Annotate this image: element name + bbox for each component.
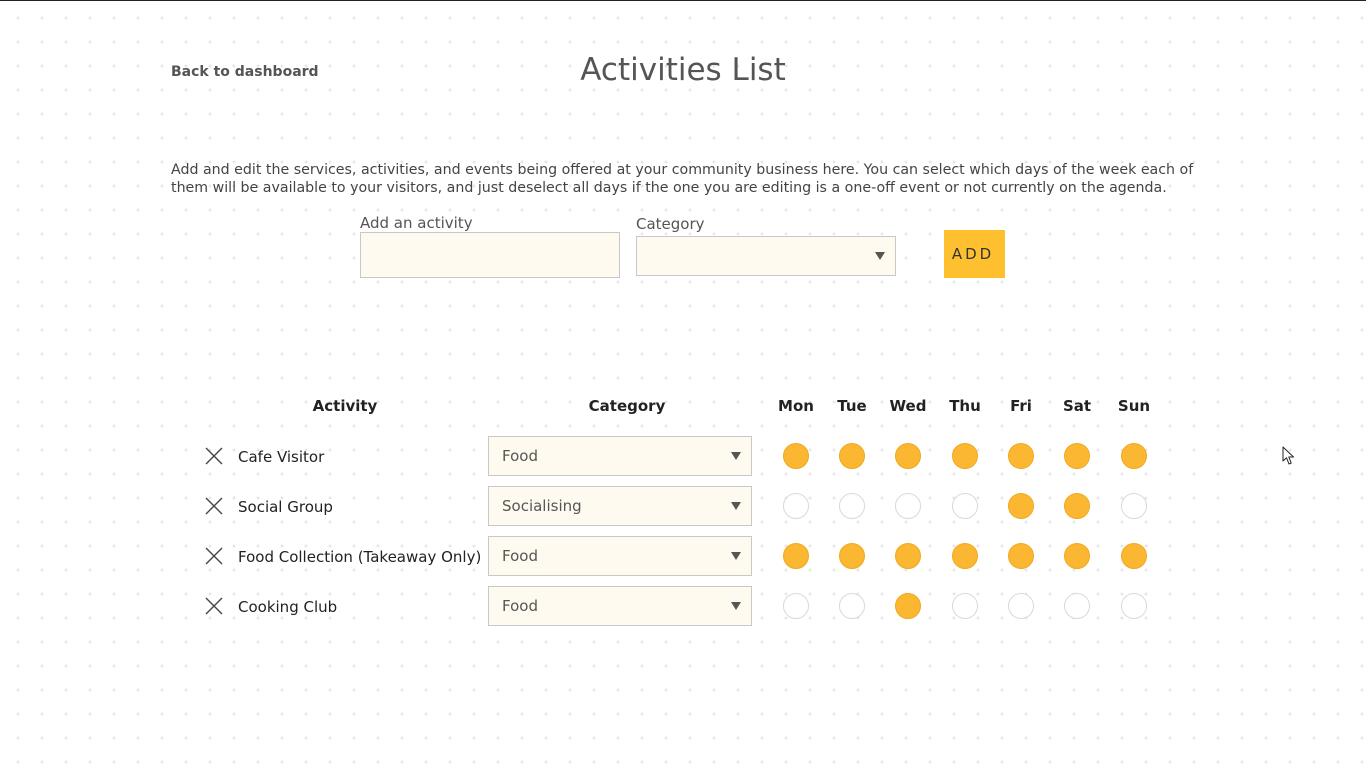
close-icon[interactable] [205,547,223,565]
activity-name: Cooking Club [238,598,338,616]
day-toggle-thu[interactable] [952,543,978,569]
activity-category-value: Food [502,547,538,565]
close-icon[interactable] [205,597,223,615]
day-toggle-fri[interactable] [1008,493,1034,519]
column-header-thu: Thu [949,397,981,415]
page-title: Activities List [580,52,786,88]
chevron-down-icon [731,452,741,460]
activity-category-value: Food [502,447,538,465]
activity-category-value: Food [502,597,538,615]
table-row: Cafe Visitor Food [0,436,1366,486]
day-toggle-sat[interactable] [1064,443,1090,469]
day-toggle-wed[interactable] [895,493,921,519]
activity-name: Food Collection (Takeaway Only) [238,548,482,566]
day-toggle-wed[interactable] [895,443,921,469]
column-header-mon: Mon [778,397,814,415]
day-toggle-fri[interactable] [1008,443,1034,469]
activity-name: Social Group [238,498,333,516]
table-row: Food Collection (Takeaway Only) Food [0,536,1366,586]
column-header-tue: Tue [837,397,867,415]
day-toggle-sat[interactable] [1064,593,1090,619]
activity-category-value: Socialising [502,497,582,515]
column-header-sat: Sat [1062,397,1092,415]
day-toggle-fri[interactable] [1008,593,1034,619]
day-toggle-thu[interactable] [952,593,978,619]
add-activity-label: Add an activity [360,214,473,232]
intro-text: Add and edit the services, activities, a… [171,162,1194,196]
day-toggle-thu[interactable] [952,443,978,469]
chevron-down-icon [731,552,741,560]
day-toggle-mon[interactable] [783,543,809,569]
column-header-activity: Activity [312,397,378,415]
activity-name: Cafe Visitor [238,448,325,466]
chevron-down-icon [731,502,741,510]
day-toggle-mon[interactable] [783,443,809,469]
day-toggle-fri[interactable] [1008,543,1034,569]
category-label: Category [636,215,705,233]
day-toggle-sat[interactable] [1064,493,1090,519]
add-activity-input[interactable] [360,232,620,278]
day-toggle-sun[interactable] [1121,493,1147,519]
category-select[interactable] [636,236,896,276]
chevron-down-icon [875,252,885,260]
column-header-fri: Fri [1010,397,1032,415]
day-toggle-tue[interactable] [839,493,865,519]
add-button[interactable]: ADD [944,230,1005,278]
chevron-down-icon [731,602,741,610]
column-header-wed: Wed [889,397,927,415]
day-toggle-thu[interactable] [952,493,978,519]
day-toggle-sat[interactable] [1064,543,1090,569]
mouse-cursor-icon [1282,446,1296,466]
top-border [0,0,1366,1]
day-toggle-mon[interactable] [783,593,809,619]
day-toggle-sun[interactable] [1121,443,1147,469]
activity-category-select[interactable]: Socialising [488,486,752,526]
day-toggle-sun[interactable] [1121,593,1147,619]
activity-category-select[interactable]: Food [488,536,752,576]
close-icon[interactable] [205,497,223,515]
day-toggle-wed[interactable] [895,593,921,619]
day-toggle-sun[interactable] [1121,543,1147,569]
day-toggle-tue[interactable] [839,593,865,619]
day-toggle-wed[interactable] [895,543,921,569]
table-row: Social Group Socialising [0,486,1366,536]
day-toggle-tue[interactable] [839,443,865,469]
activity-category-select[interactable]: Food [488,436,752,476]
day-toggle-tue[interactable] [839,543,865,569]
close-icon[interactable] [205,447,223,465]
day-toggle-mon[interactable] [783,493,809,519]
column-header-sun: Sun [1117,397,1151,415]
column-header-category: Category [588,397,666,415]
table-row: Cooking Club Food [0,586,1366,636]
activity-category-select[interactable]: Food [488,586,752,626]
